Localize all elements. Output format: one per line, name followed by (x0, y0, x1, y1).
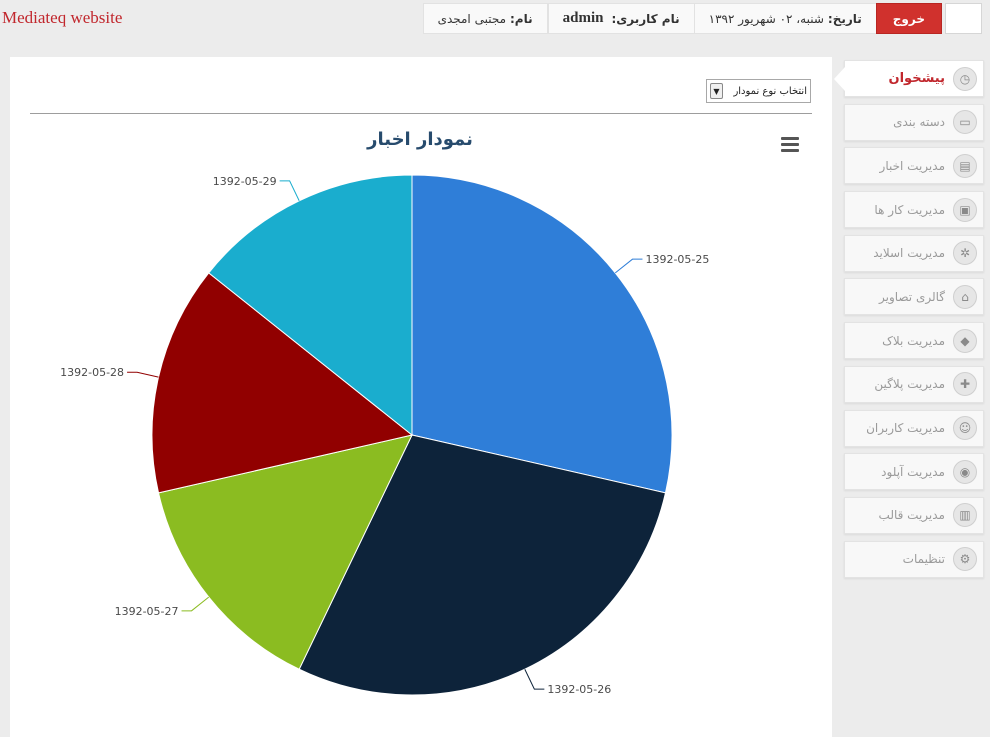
sidebar-item-label: مدیریت آپلود (881, 464, 945, 479)
sidebar-item-dashboard[interactable]: ◷ پیشخوان (834, 60, 984, 97)
site-title-link[interactable]: Mediateq website (2, 8, 122, 28)
upload-icon: ◉ (953, 459, 977, 484)
news-icon: ▤ (953, 153, 977, 178)
user-name-cell: نام: مجتبی امجدی (422, 3, 548, 34)
main-panel: انتخاب نوع نمودار ▼ 1392-05-25 1392-05-26… (10, 57, 832, 737)
chart-menu-icon[interactable] (781, 137, 799, 153)
logout-button[interactable]: خروج (875, 3, 942, 34)
sidebar-item-gallery[interactable]: ⌂ گالری تصاویر (844, 278, 984, 316)
name-value: مجتبی امجدی (437, 11, 506, 26)
sidebar-item-folder[interactable]: ▭ دسته بندی (844, 103, 984, 141)
sidebar-item-template[interactable]: ▥ مدیریت قالب (844, 496, 984, 534)
pie-connector (524, 669, 545, 690)
sidebar-item-label: مدیریت اسلاید (873, 246, 945, 261)
username-label: نام کاربری: (611, 11, 680, 26)
sidebar-item-label: مدیریت کاربران (866, 421, 945, 435)
avatar[interactable] (945, 3, 982, 34)
pie-label: 1392-05-25 (645, 253, 709, 266)
date-value: شنبه، ۰۲ شهریور ۱۳۹۲ (708, 11, 824, 26)
sidebar-item-news[interactable]: ▤ مدیریت اخبار (844, 147, 984, 185)
pie-label: 1392-05-28 (60, 366, 124, 379)
username-cell: نام کاربری: admin (547, 3, 694, 34)
sidebar-item-blocks[interactable]: ◆ مدیریت بلاک (844, 322, 984, 360)
pie-label: 1392-05-26 (547, 683, 611, 696)
sidebar-item-label: مدیریت پلاگین (874, 377, 945, 392)
sidebar-item-upload[interactable]: ◉ مدیریت آپلود (844, 453, 984, 491)
gallery-icon: ⌂ (953, 284, 977, 309)
sidebar-item-slides[interactable]: ✲ مدیریت اسلاید (844, 234, 984, 272)
pie-label: 1392-05-29 (213, 175, 277, 188)
folder-icon: ▭ (953, 110, 977, 135)
pie-connector (279, 180, 300, 201)
date-cell: تاریخ: شنبه، ۰۲ شهریور ۱۳۹۲ (693, 3, 876, 34)
sidebar-nav: ◷ پیشخوان ▭ دسته بندی ▤ مدیریت اخبار ▣ مدیریت ک… (834, 60, 984, 584)
sidebar-item-users[interactable]: ☺ مدیریت کاربران (844, 409, 984, 447)
users-icon: ☺ (953, 416, 977, 440)
pie-connector (181, 596, 210, 612)
sidebar-item-label: مدیریت اخبار (879, 158, 945, 173)
plugin-icon: ✚ (953, 372, 977, 397)
settings-icon: ⚙ (953, 547, 977, 572)
chart-title: نمودار اخبار (367, 129, 473, 150)
pie-chart: 1392-05-25 1392-05-26 1392-05-27 1392-05-28… (60, 174, 709, 696)
slides-icon: ✲ (953, 241, 977, 266)
name-label: نام: (510, 11, 533, 26)
sidebar-item-label: مدیریت بلاک (882, 333, 945, 348)
tasks-icon: ▣ (953, 197, 977, 222)
pie-connector (127, 371, 159, 378)
sidebar-item-label: مدیریت کار ها (874, 202, 945, 217)
sidebar-item-label: پیشخوان (888, 71, 946, 86)
username-value: admin (562, 10, 604, 26)
pie-label: 1392-05-27 (115, 605, 179, 618)
sidebar-item-label: گالری تصاویر (878, 289, 945, 304)
template-icon: ▥ (953, 503, 977, 528)
blocks-icon: ◆ (953, 328, 977, 353)
date-label: تاریخ: (827, 11, 862, 26)
sidebar-item-tasks[interactable]: ▣ مدیریت کار ها (844, 191, 984, 229)
user-info-bar: نام: مجتبی امجدی نام کاربری: admin تاریخ… (422, 3, 942, 34)
sidebar-item-label: دسته بندی (893, 115, 945, 130)
sidebar-item-label: تنظیمات (902, 552, 945, 567)
sidebar-item-label: مدیریت قالب (878, 508, 945, 523)
sidebar-item-plugin[interactable]: ✚ مدیریت پلاگین (844, 365, 984, 403)
sidebar-item-settings[interactable]: ⚙ تنظیمات (844, 540, 984, 578)
pie-connector (614, 258, 643, 274)
dashboard-icon: ◷ (953, 66, 977, 91)
